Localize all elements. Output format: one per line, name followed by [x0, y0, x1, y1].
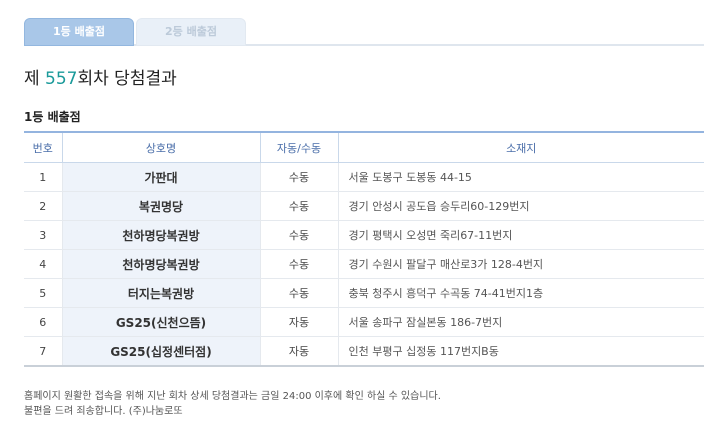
table-row: 2 복권명당 수동 경기 안성시 공도읍 승두리60-129번지 — [24, 191, 704, 221]
notice-text: 홈페이지 원활한 접속을 위해 지난 회차 상세 당첨결과는 금일 24:00 … — [24, 389, 441, 419]
store-address: 경기 수원시 팔달구 매산로3가 128-4번지 — [337, 249, 704, 279]
store-address: 경기 안성시 공도읍 승두리60-129번지 — [337, 191, 704, 221]
store-address: 충북 청주시 흥덕구 수곡동 74-41번지1층 — [337, 278, 704, 308]
header-store-name: 상호명 — [61, 131, 260, 163]
selection-type: 수동 — [259, 249, 338, 279]
selection-type: 자동 — [259, 307, 338, 337]
table-row: 7 GS25(십정센터점) 자동 인천 부평구 십정동 117번지B동 — [24, 336, 704, 367]
table-row: 6 GS25(신천으뜸) 자동 서울 송파구 잠실본동 186-7번지 — [24, 307, 704, 337]
row-number: 6 — [24, 307, 62, 337]
notice-line-1: 홈페이지 원활한 접속을 위해 지난 회차 상세 당첨결과는 금일 24:00 … — [24, 391, 441, 402]
row-number: 5 — [24, 278, 62, 308]
store-name: 터지는복권방 — [61, 278, 260, 308]
store-name: 천하명당복권방 — [61, 249, 260, 279]
store-name: GS25(십정센터점) — [61, 336, 260, 367]
selection-type: 수동 — [259, 220, 338, 250]
tab-second-prize-stores[interactable]: 2등 배출점 — [136, 18, 246, 46]
store-address: 인천 부평구 십정동 117번지B동 — [337, 336, 704, 367]
store-name: 복권명당 — [61, 191, 260, 221]
row-number: 2 — [24, 191, 62, 221]
title-prefix: 제 — [24, 69, 46, 89]
store-address: 서울 송파구 잠실본동 186-7번지 — [337, 307, 704, 337]
row-number: 4 — [24, 249, 62, 279]
section-title: 1등 배출점 — [24, 110, 81, 124]
page-title: 제 557회차 당첨결과 — [24, 64, 177, 89]
store-address: 경기 평택시 오성면 죽리67-11번지 — [337, 220, 704, 250]
table-row: 5 터지는복권방 수동 충북 청주시 흥덕구 수곡동 74-41번지1층 — [24, 278, 704, 308]
result-tabs: 1등 배출점 2등 배출점 — [24, 18, 704, 46]
row-number: 1 — [24, 162, 62, 192]
row-number: 3 — [24, 220, 62, 250]
store-address: 서울 도봉구 도봉동 44-15 — [337, 162, 704, 192]
store-name: 천하명당복권방 — [61, 220, 260, 250]
table-header-row: 번호 상호명 자동/수동 소재지 — [24, 131, 704, 163]
row-number: 7 — [24, 336, 62, 367]
selection-type: 자동 — [259, 336, 338, 367]
table-row: 3 천하명당복권방 수동 경기 평택시 오성면 죽리67-11번지 — [24, 220, 704, 250]
store-name: 가판대 — [61, 162, 260, 192]
table-row: 4 천하명당복권방 수동 경기 수원시 팔달구 매산로3가 128-4번지 — [24, 249, 704, 279]
header-number: 번호 — [24, 131, 62, 163]
tab-first-prize-stores[interactable]: 1등 배출점 — [24, 18, 134, 46]
selection-type: 수동 — [259, 162, 338, 192]
table-row: 1 가판대 수동 서울 도봉구 도봉동 44-15 — [24, 162, 704, 192]
selection-type: 수동 — [259, 191, 338, 221]
notice-line-2: 불편을 드려 죄송합니다. (주)나눔로또 — [24, 406, 183, 417]
title-suffix: 회차 당첨결과 — [77, 69, 177, 89]
winning-stores-table: 번호 상호명 자동/수동 소재지 1 가판대 수동 서울 도봉구 도봉동 44-… — [24, 131, 704, 367]
store-name: GS25(신천으뜸) — [61, 307, 260, 337]
round-number: 557 — [45, 69, 78, 89]
header-auto-manual: 자동/수동 — [259, 131, 338, 163]
selection-type: 수동 — [259, 278, 338, 308]
header-address: 소재지 — [337, 131, 704, 163]
